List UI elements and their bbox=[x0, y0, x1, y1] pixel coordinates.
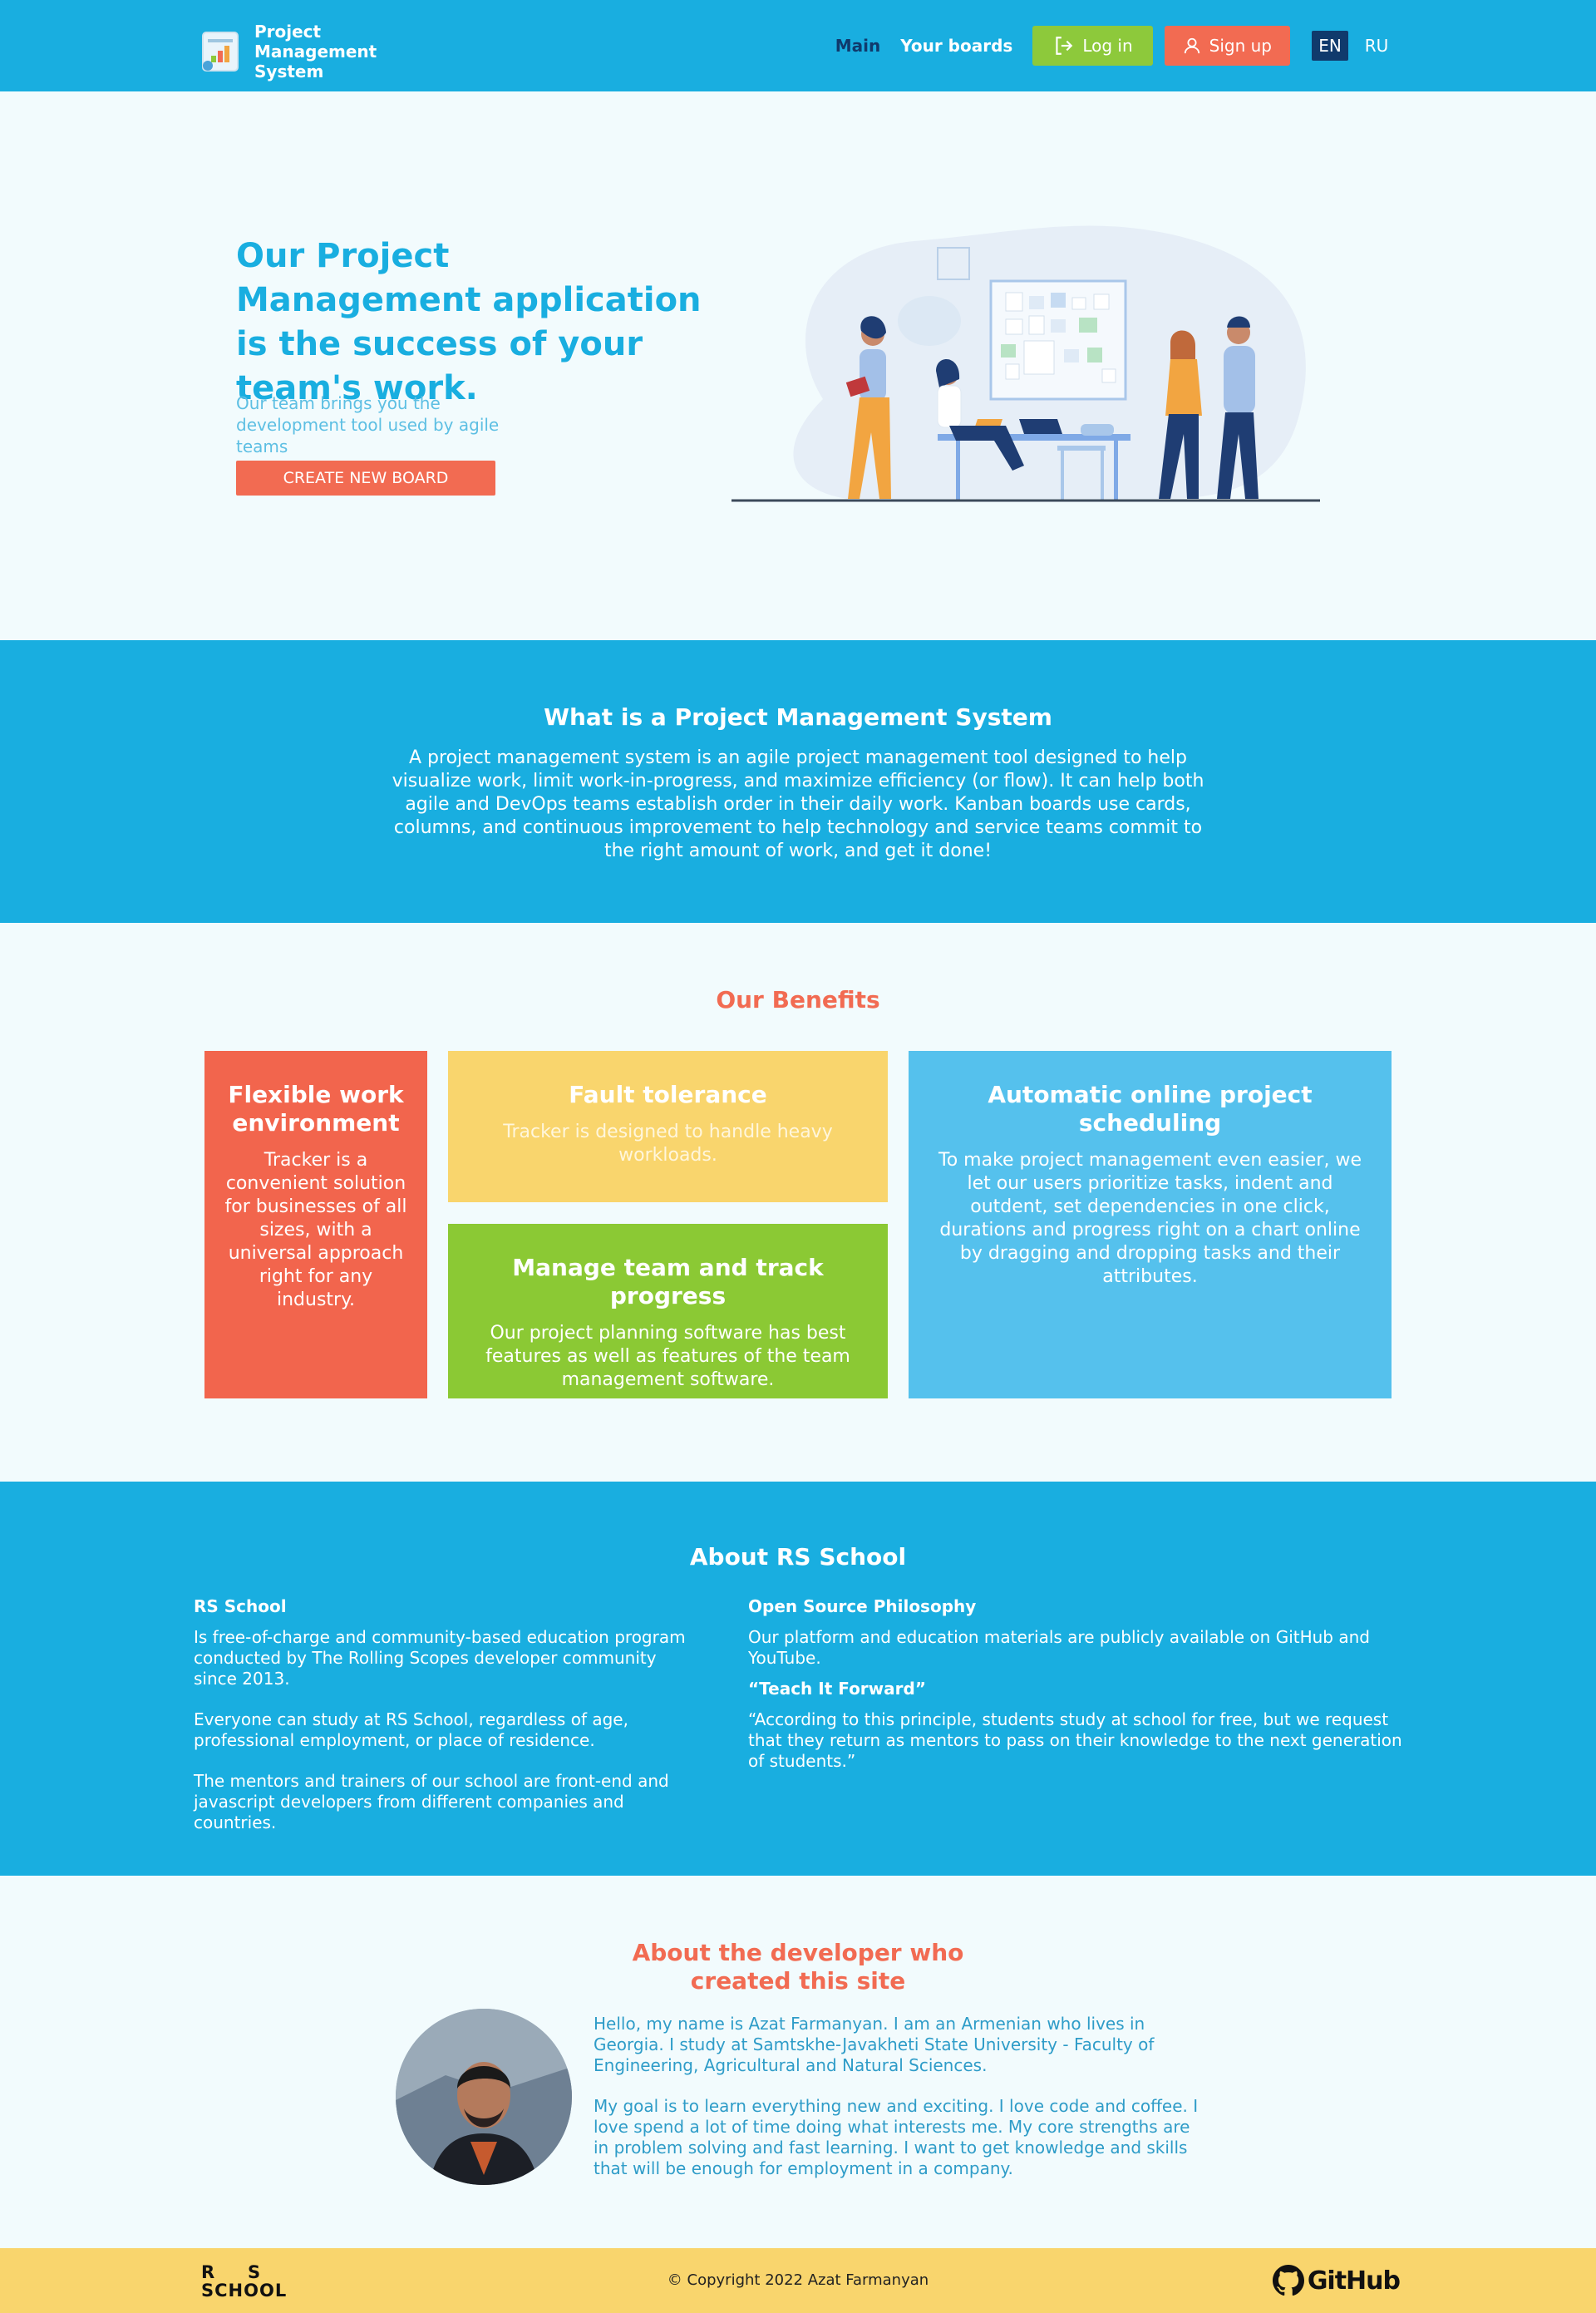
developer-avatar bbox=[396, 2009, 572, 2185]
nav-your-boards[interactable]: Your boards bbox=[900, 36, 1012, 56]
about-right-column: Open Source Philosophy Our platform and … bbox=[748, 1596, 1413, 1782]
hero-subtitle: Our team brings you the development tool… bbox=[236, 393, 500, 456]
header: Project Management System Main Your boar… bbox=[0, 0, 1596, 91]
team-illustration bbox=[732, 225, 1320, 502]
benefit-text: Tracker is designed to handle heavy work… bbox=[503, 1122, 833, 1166]
hero-title: Our Project Management application is th… bbox=[236, 237, 702, 407]
language-switcher: EN RU bbox=[1312, 31, 1395, 61]
about-title: About RS School bbox=[689, 1543, 907, 1571]
about-paragraph: The mentors and trainers of our school a… bbox=[194, 1771, 669, 1832]
app-logo[interactable]: Project Management System bbox=[200, 22, 377, 81]
developer-paragraph: My goal is to learn everything new and e… bbox=[594, 2096, 1199, 2178]
nav-main[interactable]: Main bbox=[835, 36, 881, 56]
benefit-card-scheduling: Automatic online project scheduling To m… bbox=[909, 1051, 1392, 1398]
benefit-card-fault-tolerance: Fault tolerance Tracker is designed to h… bbox=[448, 1051, 888, 1202]
lang-en-button[interactable]: EN bbox=[1312, 31, 1348, 61]
developer-title-line: created this site bbox=[690, 1967, 906, 1995]
benefits-section: Our Benefits Flexible work environment T… bbox=[0, 923, 1596, 1482]
benefit-card-manage-team: Manage team and track progress Our proje… bbox=[448, 1224, 888, 1398]
github-icon bbox=[1272, 2265, 1304, 2296]
about-paragraph: Our platform and education materials are… bbox=[748, 1627, 1370, 1668]
rs-school-heading: RS School bbox=[194, 1596, 287, 1616]
about-rs-school-section: About RS School RS School Is free-of-cha… bbox=[0, 1482, 1596, 1876]
benefit-card-flexible: Flexible work environment Tracker is a c… bbox=[204, 1051, 427, 1398]
benefit-text: Tracker is a convenient solution for bus… bbox=[224, 1150, 407, 1310]
github-label: GitHub bbox=[1307, 2266, 1401, 2296]
user-icon bbox=[1184, 37, 1199, 54]
developer-bio: Hello, my name is Azat Farmanyan. I am a… bbox=[594, 2014, 1209, 2199]
footer: R S SCHOOL © Copyright 2022 Azat Farmany… bbox=[0, 2248, 1596, 2313]
benefit-title: Automatic online project scheduling bbox=[988, 1081, 1313, 1137]
login-icon bbox=[1056, 37, 1073, 55]
teach-it-forward-heading: “Teach It Forward” bbox=[748, 1679, 926, 1699]
hero-section: Our Project Management application is th… bbox=[0, 91, 1596, 640]
benefit-title: Flexible work environment bbox=[228, 1081, 404, 1137]
developer-title-line: About the developer who bbox=[632, 1939, 964, 1966]
login-button[interactable]: Log in bbox=[1032, 26, 1153, 66]
about-paragraph: Is free-of-charge and community-based ed… bbox=[194, 1627, 686, 1689]
what-is-body: A project management system is an agile … bbox=[392, 747, 1204, 861]
logo-icon bbox=[200, 27, 243, 76]
about-left-column: RS School Is free-of-charge and communit… bbox=[194, 1596, 692, 1853]
benefits-title: Our Benefits bbox=[716, 986, 880, 1013]
what-is-title: What is a Project Management System bbox=[544, 703, 1052, 731]
logo-text: Project Management System bbox=[254, 22, 377, 81]
benefit-title: Manage team and track progress bbox=[512, 1254, 824, 1309]
developer-paragraph: Hello, my name is Azat Farmanyan. I am a… bbox=[594, 2014, 1155, 2075]
what-is-section: What is a Project Management System A pr… bbox=[0, 640, 1596, 923]
developer-section: About the developer who created this sit… bbox=[0, 1876, 1596, 2248]
about-paragraph: “According to this principle, students s… bbox=[748, 1709, 1402, 1771]
github-link[interactable]: GitHub bbox=[1272, 2265, 1401, 2296]
signup-label: Sign up bbox=[1209, 36, 1272, 56]
benefit-text: To make project management even easier, … bbox=[938, 1150, 1362, 1287]
developer-title: About the developer who created this sit… bbox=[0, 1939, 1596, 1995]
open-source-heading: Open Source Philosophy bbox=[748, 1596, 977, 1616]
create-new-board-button[interactable]: CREATE NEW BOARD bbox=[236, 461, 495, 496]
benefit-title: Fault tolerance bbox=[569, 1081, 767, 1108]
signup-button[interactable]: Sign up bbox=[1164, 26, 1290, 66]
login-label: Log in bbox=[1082, 36, 1133, 56]
about-paragraph: Everyone can study at RS School, regardl… bbox=[194, 1709, 628, 1750]
main-nav: Main Your boards Log in Sign up EN RU bbox=[835, 26, 1395, 66]
benefit-text: Our project planning software has best f… bbox=[485, 1323, 850, 1390]
lang-ru-button[interactable]: RU bbox=[1358, 31, 1395, 61]
